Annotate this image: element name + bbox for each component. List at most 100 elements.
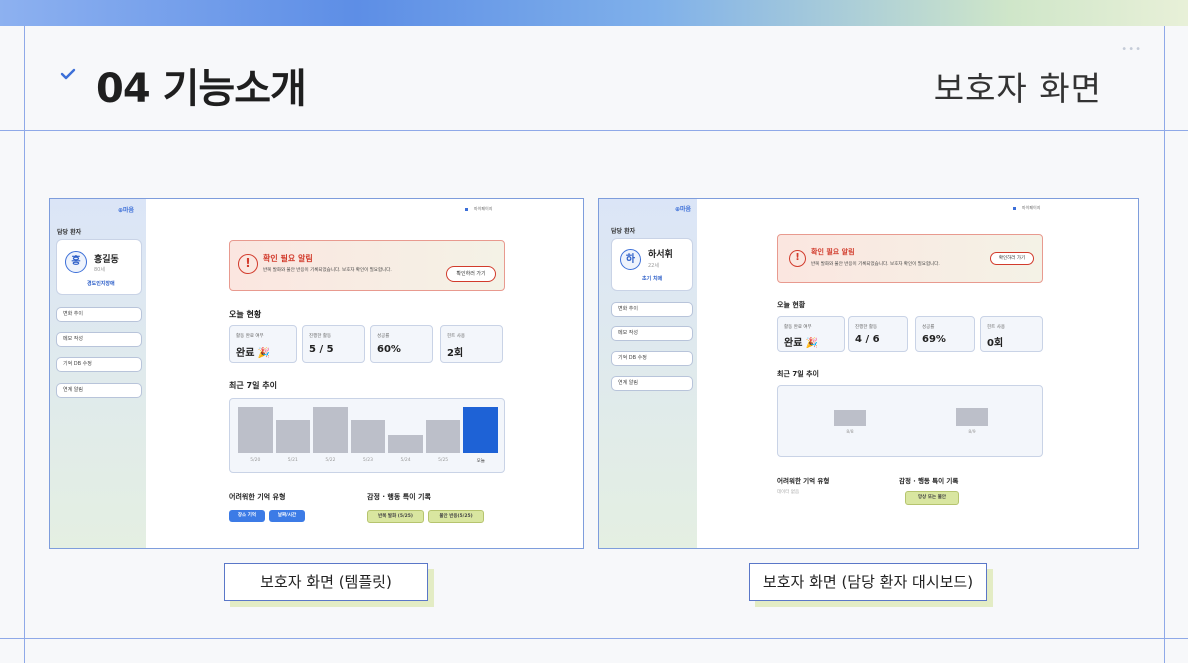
memory-tag: 장소 기억	[229, 510, 265, 522]
patient-card[interactable]: 홍 홍길동 80세 경도인지장애	[56, 239, 142, 295]
chart-bar	[313, 407, 348, 453]
top-user-link[interactable]: 마이페이지	[1013, 205, 1040, 211]
sidebar: ⊕마음 담당 환자 홍 홍길동 80세 경도인지장애 변화 추이 메모 작성 기…	[50, 199, 146, 548]
today-status-heading: 오늘 현황	[777, 301, 806, 309]
patient-name: 하서휘	[648, 250, 673, 260]
trend-heading: 최근 7일 추이	[229, 381, 277, 390]
stat-value: 4 / 6	[855, 334, 880, 345]
emotion-tag: 불안 반응(5/25)	[428, 510, 484, 523]
caption-template: 보호자 화면 (템플릿)	[224, 563, 428, 601]
patient-age: 22세	[648, 263, 659, 269]
memory-type-heading: 어려워한 기억 유형	[229, 493, 286, 501]
memory-empty-text: 데이터 없음	[777, 490, 800, 495]
nav-alert-button[interactable]: 연계 알림	[611, 376, 693, 391]
stat-label: 진행한 활동	[855, 325, 878, 330]
chart-x-label: 오늘	[476, 459, 485, 464]
header-divider	[0, 130, 1188, 131]
emotion-tag: 망상 또는 불안	[905, 491, 959, 505]
avatar: 홍	[65, 251, 87, 273]
app-logo: ⊕마음	[675, 206, 692, 213]
today-status-heading: 오늘 현황	[229, 310, 262, 319]
trend-heading: 최근 7일 추이	[777, 370, 819, 378]
sidebar-heading: 담당 환자	[57, 229, 82, 236]
more-dots-icon: •••	[1121, 44, 1142, 55]
patient-diagnosis: 초기 치매	[642, 276, 663, 282]
chart-bar	[425, 419, 461, 453]
caption-dashboard: 보호자 화면 (담당 환자 대시보드)	[749, 563, 987, 601]
chart-bar	[388, 435, 423, 453]
alert-description: 반복 발화와 불안 반응이 기록되었습니다. 보호자 확인이 필요합니다.	[263, 268, 392, 273]
chart-bar	[834, 410, 866, 426]
app-logo: ⊕마음	[118, 207, 135, 214]
top-gradient-bar	[0, 0, 1188, 26]
alert-action-button[interactable]: 확인하러 가기	[446, 266, 496, 282]
emotion-record-heading: 감정 · 행동 특이 기록	[367, 493, 431, 501]
chart-x-label: 5/25	[438, 458, 449, 463]
stat-value: 0회	[987, 338, 1004, 349]
patient-card[interactable]: 하 하서휘 22세 초기 치매	[611, 238, 693, 291]
chart-x-label: 8/9	[968, 430, 976, 435]
stat-card: 진행한 활동 4 / 6	[848, 316, 908, 352]
nav-alert-button[interactable]: 연계 알림	[56, 383, 142, 398]
stat-label: 활동 완료 여부	[784, 325, 812, 330]
chart-bar	[275, 419, 311, 453]
alert-banner: ! 확인 필요 알림 반복 발화와 불안 반응이 기록되었습니다. 보호자 확인…	[229, 240, 505, 291]
stat-value: 60%	[377, 344, 401, 355]
chart-x-label: 8/8	[846, 430, 854, 435]
trend-chart: 8/8 8/9	[777, 385, 1043, 457]
stat-card: 성공률 69%	[915, 316, 975, 352]
warning-icon: !	[238, 254, 258, 274]
patient-name: 홍길동	[94, 255, 119, 265]
alert-description: 반복 발화와 불안 반응이 기록되었습니다. 보호자 확인이 필요합니다.	[811, 262, 940, 267]
stat-label: 힌트 사용	[447, 334, 465, 339]
emotion-record-heading: 감정 · 행동 특이 기록	[899, 477, 959, 485]
alert-title: 확인 필요 알림	[811, 248, 855, 256]
frame-left-line	[24, 26, 25, 663]
stat-value: 69%	[922, 334, 946, 345]
stat-card: 힌트 사용 2회	[440, 325, 503, 363]
stat-card: 활동 완료 여부 완료 🎉	[229, 325, 297, 363]
stat-label: 성공률	[922, 325, 935, 330]
nav-memo-button[interactable]: 메모 작성	[56, 332, 142, 347]
top-user-link[interactable]: 마이페이지	[465, 206, 492, 212]
page-subtitle: 보호자 화면	[933, 69, 1102, 108]
chart-bar	[463, 407, 498, 453]
stat-value: 5 / 5	[309, 344, 334, 355]
screenshot-template: ⊕마음 담당 환자 홍 홍길동 80세 경도인지장애 변화 추이 메모 작성 기…	[49, 198, 584, 549]
footer-divider	[0, 638, 1188, 639]
memory-tag: 날짜/시간	[269, 510, 305, 522]
stat-card: 진행한 활동 5 / 5	[302, 325, 365, 363]
nav-memory-db-button[interactable]: 기억 DB 수정	[611, 351, 693, 366]
stat-label: 힌트 사용	[987, 325, 1005, 330]
check-icon	[60, 68, 76, 80]
warning-icon: !	[789, 250, 806, 267]
alert-title: 확인 필요 알림	[263, 254, 313, 263]
nav-trend-button[interactable]: 변화 추이	[56, 307, 142, 322]
chart-x-label: 5/24	[400, 458, 411, 463]
stat-label: 성공률	[377, 334, 390, 339]
stat-value: 완료 🎉	[236, 348, 271, 359]
stat-card: 성공률 60%	[370, 325, 433, 363]
nav-memo-button[interactable]: 메모 작성	[611, 326, 693, 341]
chart-bar	[956, 408, 988, 426]
emotion-tag: 반복 발화 (5/25)	[367, 510, 424, 523]
alert-action-button[interactable]: 확인하러 가기	[990, 252, 1034, 265]
stat-value: 2회	[447, 348, 464, 359]
patient-diagnosis: 경도인지장애	[87, 281, 115, 287]
chart-x-label: 5/21	[287, 458, 298, 463]
user-icon	[1013, 206, 1016, 210]
nav-memory-db-button[interactable]: 기억 DB 수정	[56, 357, 142, 372]
avatar: 하	[620, 249, 641, 270]
stat-label: 진행한 활동	[309, 334, 332, 339]
nav-trend-button[interactable]: 변화 추이	[611, 302, 693, 317]
chart-x-label: 5/20	[250, 458, 261, 463]
chart-bar	[350, 419, 386, 453]
user-icon	[465, 207, 468, 211]
chart-bar	[238, 407, 273, 453]
chart-x-label: 5/22	[325, 458, 336, 463]
alert-banner: ! 확인 필요 알림 반복 발화와 불안 반응이 기록되었습니다. 보호자 확인…	[777, 234, 1043, 283]
patient-age: 80세	[94, 267, 105, 273]
frame-right-line	[1164, 26, 1165, 663]
memory-type-heading: 어려워한 기억 유형	[777, 477, 830, 485]
sidebar-heading: 담당 환자	[611, 228, 636, 235]
